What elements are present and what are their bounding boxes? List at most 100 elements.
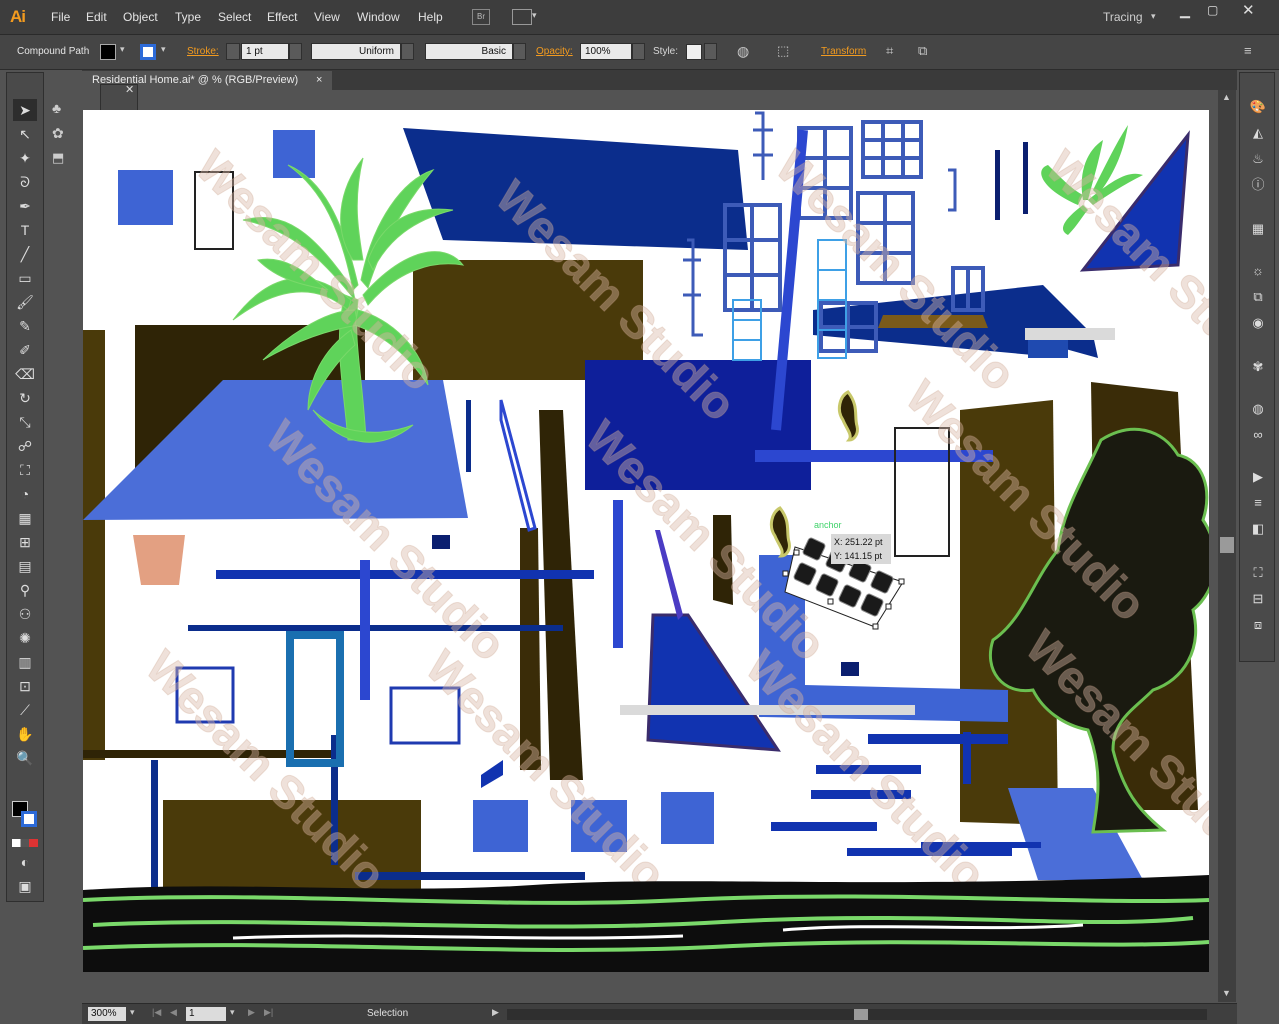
zoom-field[interactable]: 300% [88,1007,126,1021]
blue-square[interactable] [118,170,173,225]
direct-selection-tool-icon[interactable]: ↖ [13,123,37,145]
eraser-tool-icon[interactable]: ⌫ [13,363,37,385]
scroll-down-icon[interactable]: ▼ [1222,988,1231,998]
brush-dropdown[interactable] [513,43,526,60]
recolor-artwork-icon[interactable]: ◍ [737,43,749,60]
profile-dropdown[interactable] [401,43,414,60]
minimize-icon[interactable]: ▁ [1180,3,1190,19]
menu-effect[interactable]: Effect [267,10,297,24]
chevron-down-icon[interactable]: ▾ [230,1007,235,1018]
eyedropper-tool-icon[interactable]: ⚲ [13,579,37,601]
menu-file[interactable]: File [51,10,70,24]
blend-tool-icon[interactable]: ⚇ [13,603,37,625]
brush-definition[interactable]: Basic [425,43,513,60]
close-icon[interactable]: ✕ [125,83,134,96]
fill-swatch[interactable] [100,44,116,60]
magic-wand-tool-icon[interactable]: ✦ [13,147,37,169]
menu-edit[interactable]: Edit [86,10,107,24]
symbols-panel-icon[interactable]: ✾ [1248,357,1268,377]
pencil-tool-icon[interactable]: ✎ [13,315,37,337]
kuler-icon[interactable]: ♨ [1248,149,1268,169]
selection-tool-icon[interactable]: ➤ [13,99,37,121]
line-tool-icon[interactable]: ╱ [13,243,37,265]
stroke-swatch[interactable] [140,44,156,60]
maximize-icon[interactable]: ▢ [1207,3,1218,17]
previous-artboard-icon[interactable]: ◀ [170,1007,177,1018]
perspective-grid-tool-icon[interactable]: ▦ [13,507,37,529]
blue-square[interactable] [273,130,315,178]
stroke-color-swatch[interactable] [21,811,37,827]
screen-mode-icon[interactable]: ▣ [13,875,37,897]
panel-menu-icon[interactable]: ≡ [1244,43,1252,58]
artboard[interactable]: Wesam Studio Wesam Studio Wesam Studio W… [83,110,1209,972]
chevron-down-icon[interactable]: ▾ [1151,11,1156,22]
image-trace-icon[interactable]: ◍ [1248,399,1268,419]
slice-tool-icon[interactable]: ⟋ [13,699,37,721]
stroke-panel-icon[interactable]: ≡ [1248,493,1268,513]
chevron-down-icon[interactable]: ▾ [130,1007,135,1018]
graphic-styles-icon[interactable]: ⬒ [52,150,64,166]
menu-type[interactable]: Type [175,10,201,24]
chevron-down-icon[interactable]: ▾ [120,44,125,55]
tab-close-icon[interactable]: × [316,71,322,90]
blue-square[interactable] [661,792,714,844]
shape-builder-tool-icon[interactable]: ◔ [13,483,37,505]
zoom-tool-icon[interactable]: 🔍 [13,747,37,769]
menu-window[interactable]: Window [357,10,400,24]
variable-width-profile[interactable]: Uniform [311,43,401,60]
blob-brush-tool-icon[interactable]: ✐ [13,339,37,361]
scale-tool-icon[interactable]: ⤡ [13,411,37,433]
brown-wall[interactable] [83,330,105,760]
type-tool-icon[interactable]: T [13,219,37,241]
stroke-label[interactable]: Stroke: [187,46,219,57]
isolate-icon[interactable]: ⌗ [886,43,893,59]
stroke-stepper[interactable] [226,43,240,60]
links-icon[interactable]: ∞ [1248,425,1268,445]
symbol-sprayer-tool-icon[interactable]: ✺ [13,627,37,649]
rotate-tool-icon[interactable]: ↻ [13,387,37,409]
stroke-weight-field[interactable]: 1 pt [241,43,289,60]
arrange-icon[interactable]: ⧉ [918,43,927,59]
workspace-switcher[interactable]: Tracing [1103,10,1143,24]
gradient-tool-icon[interactable]: ▤ [13,555,37,577]
swatches-icon[interactable]: ▦ [1248,219,1268,239]
first-artboard-icon[interactable]: |◀ [152,1007,161,1018]
info-icon[interactable]: ⓘ [1248,175,1268,195]
color-icon[interactable]: 🎨 [1248,97,1268,117]
mesh-tool-icon[interactable]: ⊞ [13,531,37,553]
vertical-scrollbar[interactable]: ▲ ▼ [1218,90,1236,1002]
transparency-icon[interactable]: ◉ [1248,313,1268,333]
last-artboard-icon[interactable]: ▶| [264,1007,273,1018]
column-graph-tool-icon[interactable]: ▥ [13,651,37,673]
bridge-button[interactable]: Br [472,9,490,25]
brown-wall[interactable] [539,410,583,780]
draw-mode-icon[interactable]: ◐ [13,851,37,873]
free-transform-tool-icon[interactable]: ⛶ [13,459,37,481]
menu-object[interactable]: Object [123,10,158,24]
lasso-tool-icon[interactable]: ᘐ [13,171,37,193]
menu-view[interactable]: View [314,10,340,24]
scroll-up-icon[interactable]: ▲ [1222,92,1231,102]
pathfinder-icon[interactable]: ⧈ [1248,615,1268,635]
rectangle-tool-icon[interactable]: ▭ [13,267,37,289]
opacity-dropdown[interactable] [632,43,645,60]
brushes-icon[interactable]: ✿ [52,125,64,142]
pen-tool-icon[interactable]: ✒ [13,195,37,217]
artboard-tool-icon[interactable]: ⊡ [13,675,37,697]
opacity-label[interactable]: Opacity: [536,46,573,57]
stroke-weight-dropdown[interactable] [289,43,302,60]
horizontal-scroll-thumb[interactable] [854,1009,868,1020]
next-artboard-icon[interactable]: ▶ [248,1007,255,1018]
chevron-down-icon[interactable]: ▾ [161,44,166,55]
align-panel-icon[interactable]: ⊟ [1248,589,1268,609]
color-mode-buttons[interactable] [12,839,38,847]
chevron-down-icon[interactable]: ▾ [532,10,537,21]
symbols-icon[interactable]: ♣ [52,100,61,116]
align-icon[interactable]: ⬚ [777,43,789,59]
style-dropdown[interactable] [704,43,717,60]
menu-help[interactable]: Help [418,10,443,24]
color-guide-icon[interactable]: ◭ [1248,123,1268,143]
gradient-panel-icon[interactable]: ◧ [1248,519,1268,539]
transform-panel-icon[interactable]: ⛶ [1248,563,1268,583]
beam[interactable] [613,500,623,648]
